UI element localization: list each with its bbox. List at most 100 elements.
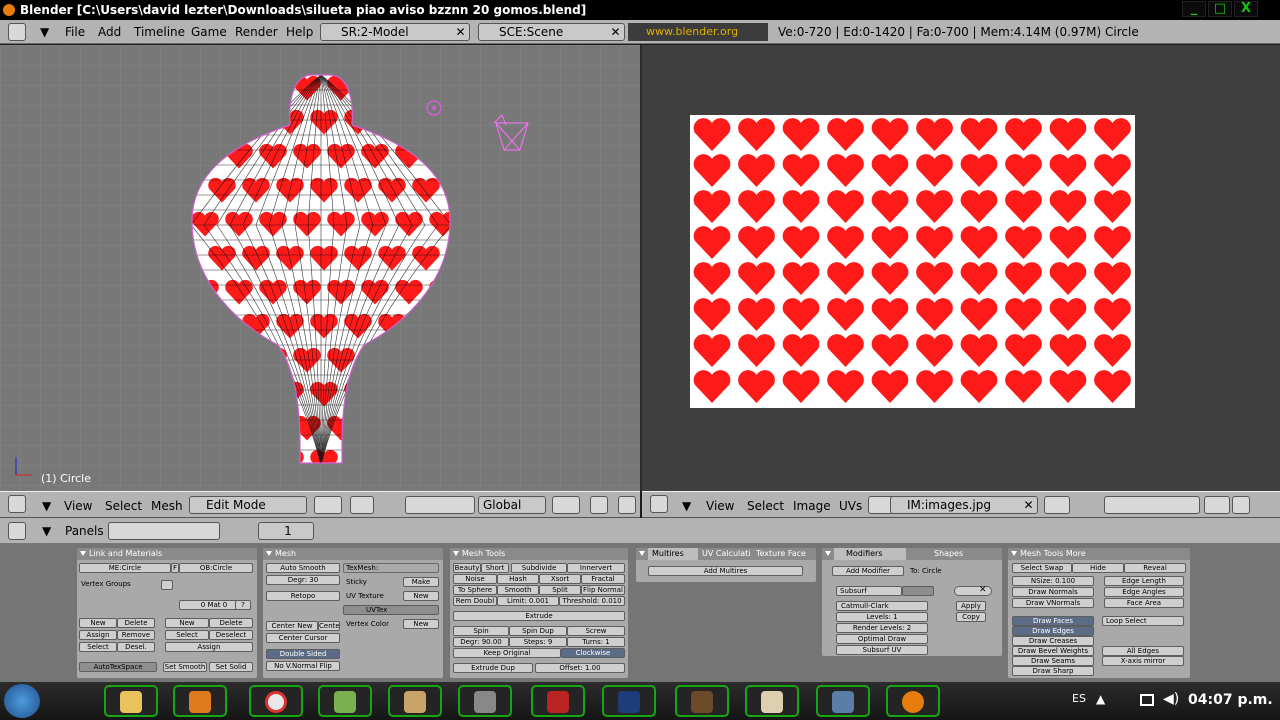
menu-help[interactable]: Help bbox=[286, 25, 313, 39]
taskbar-film-icon[interactable] bbox=[458, 685, 512, 717]
no-vnormal-flip-toggle[interactable]: No V.Normal Flip bbox=[266, 661, 340, 671]
subdivision-type-select[interactable]: Catmull-Clark bbox=[836, 601, 928, 611]
beauty-toggle[interactable]: Beauty bbox=[453, 563, 481, 573]
flip-normal-button[interactable]: Flip Normal bbox=[581, 585, 625, 595]
limit-field[interactable]: Limit: 0.001 bbox=[497, 596, 559, 606]
center-new-button[interactable]: Center New bbox=[266, 621, 318, 631]
loop-select-menu[interactable]: Loop Select bbox=[1102, 616, 1184, 626]
sticky-select-icon[interactable] bbox=[1204, 496, 1230, 514]
image-selector[interactable]: IM:images.jpg ✕ bbox=[890, 496, 1038, 514]
uv-texture-new-button[interactable]: New bbox=[403, 591, 439, 601]
auto-smooth-toggle[interactable]: Auto Smooth bbox=[266, 563, 340, 573]
all-edges-toggle[interactable]: All Edges bbox=[1102, 646, 1184, 656]
object-datablock-field[interactable]: OB:Circle bbox=[179, 563, 253, 573]
screen-selector[interactable]: SR:2-Model ✕ bbox=[320, 23, 470, 41]
taskbar-chrome-icon[interactable] bbox=[249, 685, 303, 717]
minimize-button[interactable]: _ bbox=[1182, 1, 1206, 17]
draw-faces-toggle[interactable]: Draw Faces bbox=[1012, 616, 1094, 626]
select-menu[interactable]: Select bbox=[105, 499, 142, 513]
layer-icon[interactable] bbox=[590, 496, 608, 514]
edge-angles-toggle[interactable]: Edge Angles bbox=[1104, 587, 1184, 597]
clock[interactable]: 04:07 p.m. bbox=[1188, 692, 1273, 708]
draw-bevel-weights-toggle[interactable]: Draw Bevel Weights bbox=[1012, 646, 1094, 656]
subdivide-button[interactable]: Subdivide bbox=[511, 563, 567, 573]
vgroup-remove-button[interactable]: Remove bbox=[117, 630, 155, 640]
start-button[interactable] bbox=[4, 684, 40, 718]
innervert-button[interactable]: Innervert bbox=[567, 563, 625, 573]
material-delete-button[interactable]: Delete bbox=[209, 618, 253, 628]
magnet-icon[interactable] bbox=[1044, 496, 1070, 514]
vertex-color-new-button[interactable]: New bbox=[403, 619, 439, 629]
menu-timeline[interactable]: Timeline bbox=[134, 25, 185, 39]
taskbar-explorer-icon[interactable] bbox=[104, 685, 158, 717]
levels-field[interactable]: Levels: 1 bbox=[836, 612, 928, 622]
hash-button[interactable]: Hash bbox=[497, 574, 539, 584]
smooth-degree-field[interactable]: Degr: 30 bbox=[266, 575, 340, 585]
split-button[interactable]: Split bbox=[539, 585, 581, 595]
uv-view-menu[interactable]: View bbox=[706, 499, 734, 513]
menu-file[interactable]: File bbox=[65, 25, 85, 39]
spin-button[interactable]: Spin bbox=[453, 626, 509, 636]
taskbar-paint-icon[interactable] bbox=[388, 685, 442, 717]
3d-viewport[interactable]: (1) Circle bbox=[0, 45, 640, 491]
draw-edges-toggle[interactable]: Draw Edges bbox=[1012, 626, 1094, 636]
offset-field[interactable]: Offset: 1.00 bbox=[535, 663, 625, 673]
network-icon[interactable] bbox=[1140, 694, 1154, 706]
subsurf-uv-toggle[interactable]: Subsurf UV bbox=[836, 645, 928, 655]
frame-number-field[interactable]: 1 bbox=[258, 522, 314, 540]
rem-doubles-button[interactable]: Rem Doubl bbox=[453, 596, 497, 606]
lock-icon[interactable] bbox=[1232, 496, 1250, 514]
close-icon[interactable]: ✕ bbox=[607, 24, 624, 40]
vgroup-deselect-button[interactable]: Desel. bbox=[117, 642, 155, 652]
material-deselect-button[interactable]: Deselect bbox=[209, 630, 253, 640]
close-icon[interactable]: ✕ bbox=[1020, 497, 1037, 513]
draw-sharp-toggle[interactable]: Draw Sharp bbox=[1012, 666, 1094, 676]
modifier-delete-icon[interactable]: ✕ bbox=[979, 586, 987, 595]
short-toggle[interactable]: Short bbox=[481, 563, 509, 573]
buttons-window-type-icon[interactable] bbox=[8, 522, 26, 540]
menu-game[interactable]: Game bbox=[191, 25, 227, 39]
material-query-button[interactable]: ? bbox=[235, 600, 251, 610]
draw-normals-toggle[interactable]: Draw Normals bbox=[1012, 587, 1094, 597]
tray-arrow-icon[interactable]: ▲ bbox=[1096, 692, 1105, 706]
reveal-button[interactable]: Reveal bbox=[1124, 563, 1186, 573]
mesh-datablock-field[interactable]: ME:Circle bbox=[79, 563, 171, 573]
select-swap-button[interactable]: Select Swap bbox=[1012, 563, 1072, 573]
taskbar-flower-icon[interactable] bbox=[745, 685, 799, 717]
close-button[interactable]: X bbox=[1234, 1, 1258, 17]
taskbar-blender-icon[interactable] bbox=[886, 685, 940, 717]
grid-view-icon[interactable] bbox=[8, 495, 26, 513]
clockwise-toggle[interactable]: Clockwise bbox=[561, 648, 625, 658]
volume-icon[interactable]: ◀) bbox=[1163, 691, 1179, 707]
taskbar-audio-icon[interactable] bbox=[531, 685, 585, 717]
apply-button[interactable]: Apply bbox=[956, 601, 986, 611]
sticky-make-button[interactable]: Make bbox=[403, 577, 439, 587]
extrude-dup-button[interactable]: Extrude Dup bbox=[453, 663, 533, 673]
center-button[interactable]: Center bbox=[318, 621, 340, 631]
image-menu[interactable]: Image bbox=[793, 499, 831, 513]
menu-render[interactable]: Render bbox=[235, 25, 278, 39]
collapse-menu-icon[interactable]: ▼ bbox=[40, 25, 49, 39]
tab-uv-calculation[interactable]: UV Calculati bbox=[698, 548, 754, 560]
taskbar-media-player-icon[interactable] bbox=[173, 685, 227, 717]
menu-add[interactable]: Add bbox=[98, 25, 121, 39]
view-menu[interactable]: View bbox=[64, 499, 92, 513]
x-mirror-toggle[interactable]: X-axis mirror bbox=[1102, 656, 1184, 666]
fractal-button[interactable]: Fractal bbox=[581, 574, 625, 584]
uv-select-menu[interactable]: Select bbox=[747, 499, 784, 513]
add-multires-button[interactable]: Add Multires bbox=[648, 566, 803, 576]
magnet-icon[interactable] bbox=[350, 496, 374, 514]
fake-user-button[interactable]: F bbox=[171, 563, 179, 573]
tab-modifiers[interactable]: Modifiers bbox=[834, 548, 906, 560]
mesh-menu[interactable]: Mesh bbox=[151, 499, 183, 513]
context-icons[interactable] bbox=[108, 522, 220, 540]
spin-degree-field[interactable]: Degr: 90.00 bbox=[453, 637, 509, 647]
taskbar-game-icon[interactable] bbox=[675, 685, 729, 717]
panels-menu[interactable]: Panels bbox=[65, 524, 104, 538]
xsort-button[interactable]: Xsort bbox=[539, 574, 581, 584]
double-sided-toggle[interactable]: Double Sided bbox=[266, 649, 340, 659]
render-levels-field[interactable]: Render Levels: 2 bbox=[836, 623, 928, 633]
window-type-icon[interactable] bbox=[8, 23, 26, 41]
vgroup-select-button[interactable]: Select bbox=[79, 642, 117, 652]
tab-multires[interactable]: Multires bbox=[648, 548, 698, 560]
